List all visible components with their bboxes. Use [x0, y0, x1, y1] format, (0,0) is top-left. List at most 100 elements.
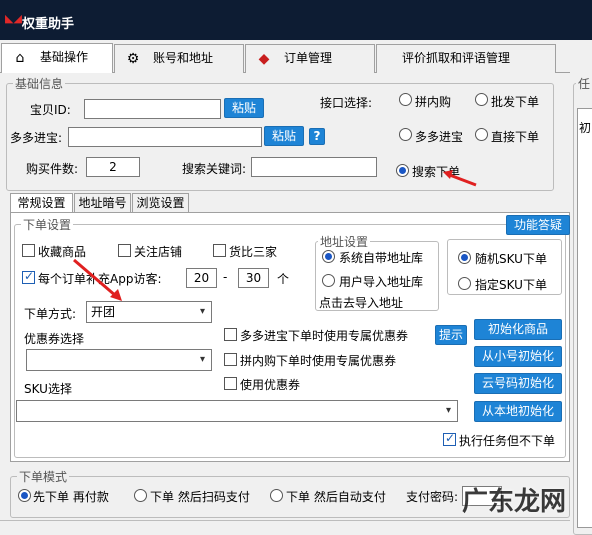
tab-review-management[interactable]: 评价抓取和评语管理 — [376, 44, 556, 73]
cloud-number-init-button[interactable]: 云号码初始化 — [474, 373, 562, 394]
compare-checkbox[interactable] — [213, 244, 226, 257]
sku-label: SKU选择 — [24, 382, 72, 396]
order-mode-option-label: 先下单 再付款 — [33, 490, 109, 504]
pdd-coupon-label: 多多进宝下单时使用专属优惠券 — [240, 329, 409, 343]
annotation-arrow-icon — [73, 258, 122, 301]
app-visitor-min-input[interactable] — [186, 268, 217, 288]
annotation-arrow-icon — [443, 170, 477, 187]
pnj-coupon-checkbox[interactable] — [224, 353, 237, 366]
title-bar: ◣◢ 权重助手 — [0, 0, 592, 40]
help-button[interactable]: ? — [309, 128, 325, 145]
log-panel: 初 — [577, 108, 592, 528]
log-text: 初 — [579, 121, 592, 135]
api-option-label: 直接下单 — [491, 130, 540, 144]
unit-label: 个 — [277, 272, 290, 286]
sku-random-label: 随机SKU下单 — [475, 252, 547, 266]
coupon-select[interactable]: ▾ — [26, 349, 212, 371]
quantity-input[interactable] — [86, 157, 140, 177]
chevron-down-icon: ▾ — [445, 405, 451, 416]
app-visitor-checkbox[interactable] — [22, 269, 35, 284]
order-mode-option-label: 下单 然后自动支付 — [286, 490, 386, 504]
app-visitor-max-input[interactable] — [238, 268, 269, 288]
import-address-link[interactable]: 点击去导入地址 — [319, 294, 403, 311]
watermark: 广东龙网 — [462, 487, 567, 517]
follow-shop-checkbox[interactable] — [118, 244, 131, 257]
paste-button-2[interactable]: 粘贴 — [264, 126, 304, 146]
pay-password-label: 支付密码: — [406, 490, 459, 504]
paste-button[interactable]: 粘贴 — [224, 98, 264, 118]
address-system-label: 系统自带地址库 — [339, 251, 424, 265]
product-id-label: 宝贝ID: — [30, 103, 71, 117]
sku-select[interactable]: ▾ — [16, 400, 458, 422]
tab-account-address[interactable]: ⚙ 账号和地址 — [114, 44, 244, 73]
order-mode-radio-3[interactable] — [270, 489, 283, 502]
api-option-label: 批发下单 — [491, 95, 540, 109]
main-tab-bar: ⌂ 基础操作 ⚙ 账号和地址 ◆ 订单管理 评价抓取和评语管理 — [0, 40, 570, 73]
subtab-address-code[interactable]: 地址暗号 — [74, 193, 131, 213]
hint-button[interactable]: 提示 — [435, 325, 467, 345]
group-legend: 地址设置 — [320, 235, 369, 249]
sku-random-radio[interactable] — [458, 251, 471, 264]
tab-label: 基础操作 — [40, 50, 89, 64]
subtab-general[interactable]: 常规设置 — [10, 193, 73, 213]
address-system-radio[interactable] — [322, 250, 335, 263]
group-legend: 下单设置 — [23, 218, 72, 232]
api-option-label: 多多进宝 — [415, 130, 464, 144]
gear-icon: ⚙ — [126, 51, 140, 67]
order-mode-label: 下单方式: — [24, 307, 77, 321]
api-radio-search[interactable] — [396, 164, 409, 177]
pdd-coupon-checkbox[interactable] — [224, 328, 237, 341]
tab-label: 账号和地址 — [153, 51, 214, 65]
exec-no-order-checkbox[interactable] — [443, 431, 456, 446]
tab-label: 订单管理 — [284, 51, 333, 65]
api-radio-pdd[interactable] — [399, 128, 412, 141]
range-dash: - — [223, 270, 228, 284]
order-mode-radio-2[interactable] — [134, 489, 147, 502]
quantity-label: 购买件数: — [26, 162, 79, 176]
chevron-down-icon: ▾ — [199, 354, 205, 365]
local-init-button[interactable]: 从本地初始化 — [474, 401, 562, 422]
api-select-label: 接口选择: — [320, 96, 373, 110]
diamond-icon: ◆ — [258, 51, 270, 67]
tab-label: 评价抓取和评语管理 — [402, 51, 511, 65]
api-radio-direct[interactable] — [475, 128, 488, 141]
order-mode-option-label: 下单 然后扫码支付 — [150, 490, 250, 504]
pnj-coupon-label: 拼内购下单时使用专属优惠券 — [240, 354, 397, 368]
home-icon: ⌂ — [15, 50, 25, 66]
group-legend: 下单模式 — [19, 470, 68, 484]
use-coupon-label: 使用优惠券 — [240, 378, 301, 392]
init-product-button[interactable]: 初始化商品 — [474, 319, 562, 340]
order-mode-value: 开团 — [91, 305, 116, 319]
sku-fixed-label: 指定SKU下单 — [475, 278, 547, 292]
use-coupon-checkbox[interactable] — [224, 377, 237, 390]
chevron-down-icon: ▾ — [199, 306, 205, 317]
order-mode-radio-1[interactable] — [18, 489, 31, 502]
address-user-label: 用户导入地址库 — [339, 275, 424, 289]
api-option-label: 拼内购 — [415, 95, 452, 109]
api-radio-wholesale[interactable] — [475, 93, 488, 106]
app-title: 权重助手 — [22, 17, 75, 32]
faq-button[interactable]: 功能答疑 — [506, 215, 570, 235]
keyword-label: 搜索关键词: — [182, 162, 247, 176]
subtab-browse[interactable]: 浏览设置 — [132, 193, 189, 213]
bottom-group-edge — [0, 520, 570, 529]
tab-order-management[interactable]: ◆ 订单管理 — [245, 44, 375, 73]
order-mode-select[interactable]: 开团 ▾ — [86, 301, 212, 323]
coupon-label: 优惠券选择 — [24, 332, 85, 346]
fav-product-checkbox[interactable] — [22, 244, 35, 257]
app-logo-icon: ◣◢ — [5, 12, 22, 25]
pdd-entry-label: 多多进宝: — [10, 131, 63, 145]
pdd-entry-input[interactable] — [68, 127, 262, 147]
tab-basic-ops[interactable]: ⌂ 基础操作 — [1, 43, 113, 73]
product-id-input[interactable] — [84, 99, 221, 119]
follow-shop-label: 关注店铺 — [134, 245, 183, 259]
keyword-input[interactable] — [251, 157, 377, 177]
exec-no-order-label: 执行任务但不下单 — [459, 434, 556, 448]
sku-fixed-radio[interactable] — [458, 277, 471, 290]
compare-label: 货比三家 — [229, 245, 278, 259]
small-account-init-button[interactable]: 从小号初始化 — [474, 346, 562, 367]
group-legend: 基础信息 — [15, 77, 64, 91]
address-user-radio[interactable] — [322, 274, 335, 287]
api-radio-pnj[interactable] — [399, 93, 412, 106]
group-legend: 任 — [578, 77, 591, 91]
